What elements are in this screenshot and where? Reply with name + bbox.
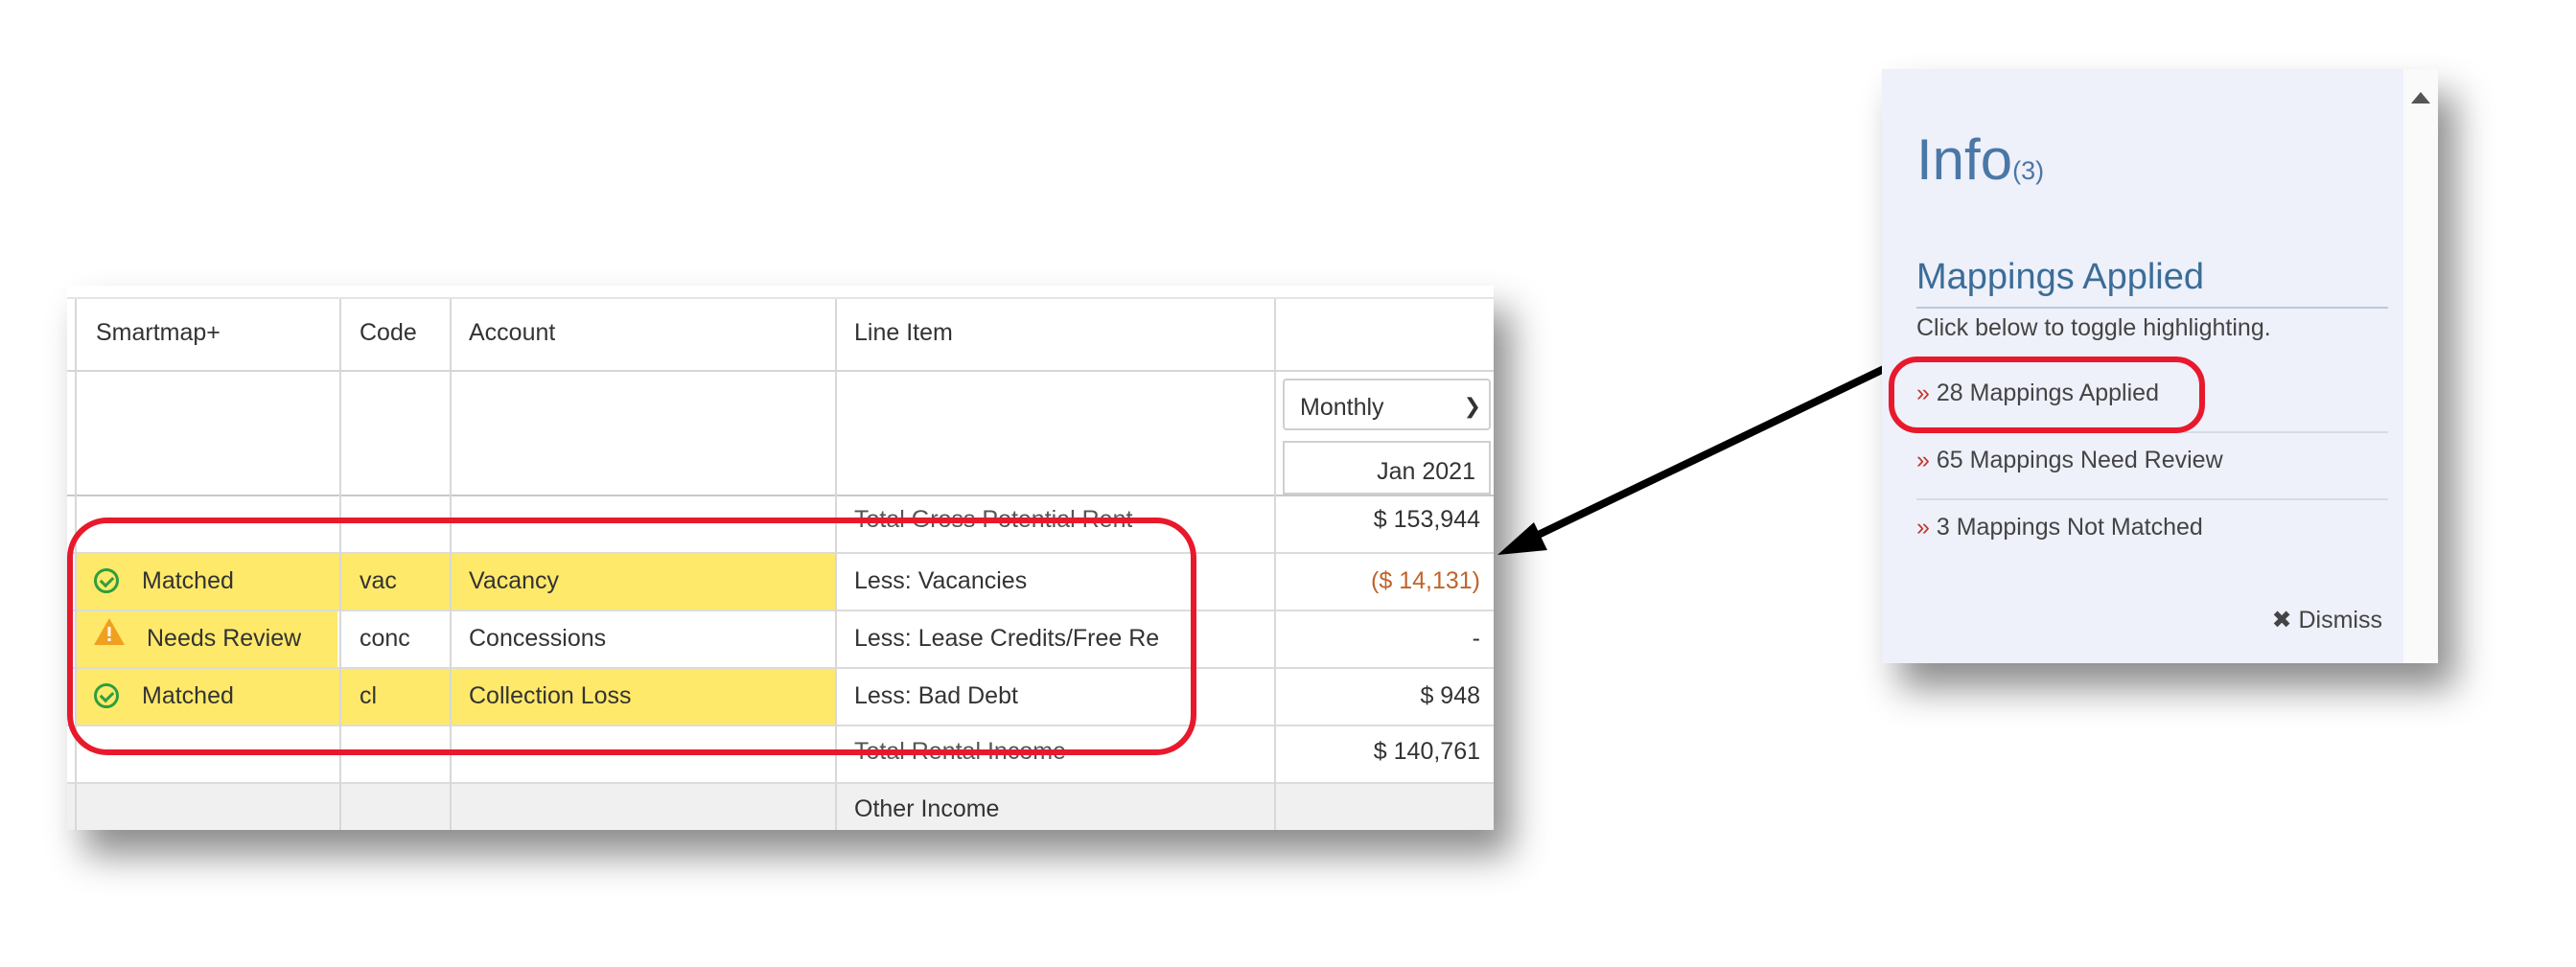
- dismiss-button[interactable]: ✖ Dismiss: [2272, 606, 2382, 634]
- info-title: Info(3): [1916, 127, 2044, 193]
- scroll-up-icon[interactable]: [2411, 92, 2430, 104]
- annotation-highlight-link: [1889, 357, 2205, 433]
- link-mappings-need-review[interactable]: » 65 Mappings Need Review: [1916, 447, 2223, 474]
- info-count: (3): [2012, 156, 2045, 185]
- close-icon: ✖: [2271, 607, 2292, 633]
- section-title: Mappings Applied: [1916, 257, 2204, 297]
- chevron-right-icon: »: [1916, 447, 1930, 473]
- link-label: 3 Mappings Not Matched: [1936, 514, 2203, 541]
- hint-text: Click below to toggle highlighting.: [1916, 314, 2271, 341]
- link-mappings-not-matched[interactable]: » 3 Mappings Not Matched: [1916, 514, 2203, 541]
- dismiss-label: Dismiss: [2298, 607, 2383, 633]
- scrollbar[interactable]: [2403, 69, 2438, 663]
- chevron-right-icon: »: [1916, 514, 1930, 541]
- divider: [1916, 498, 2388, 500]
- divider: [1916, 307, 2388, 309]
- link-label: 65 Mappings Need Review: [1936, 447, 2223, 473]
- info-title-text: Info: [1916, 127, 2013, 192]
